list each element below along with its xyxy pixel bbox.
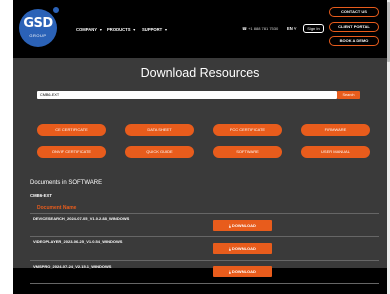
page: GSD GROUP COMPANY ▼ PRODUCTS ▼ SUPPORT ▼ ☎ … — [13, 0, 387, 294]
model-name: CMB6-EXT — [30, 193, 52, 198]
nav-label: SUPPORT — [142, 27, 163, 32]
download-button[interactable]: ⤓ DOWNLOAD — [213, 220, 272, 231]
nav-support[interactable]: SUPPORT ▼ — [142, 27, 168, 32]
download-button[interactable]: ⤓ DOWNLOAD — [213, 243, 272, 254]
document-name: DEVICESEARCH_2024-07-05_V1.0.2.88_WINDOW… — [33, 216, 130, 221]
book-a-demo-button[interactable]: BOOK A DEMO — [329, 36, 379, 46]
download-button[interactable]: ⤓ DOWNLOAD — [213, 266, 272, 277]
document-name: VMSPRO_2024-07-24_V2.15.1_WINDOWS — [33, 264, 112, 269]
documents-heading: Documents in SOFTWARE — [30, 180, 103, 186]
phone-number[interactable]: ☎ +1 888 781 7530 — [242, 26, 278, 31]
column-header-document-name: Document Name — [37, 205, 77, 211]
search-input[interactable]: CMB6-EXT — [37, 91, 337, 99]
category-firmware[interactable]: FIRMWARE — [301, 124, 370, 136]
nav-products[interactable]: PRODUCTS ▼ — [107, 27, 136, 32]
nav-label: COMPANY — [76, 27, 98, 32]
category-data-sheet[interactable]: DATA SHEET — [125, 124, 194, 136]
category-ce-certificate[interactable]: CE CERTIFICATE — [37, 124, 106, 136]
logo-subtext: GROUP — [29, 33, 47, 38]
category-software[interactable]: SOFTWARE — [213, 146, 282, 158]
language-selector[interactable]: EN ˅ — [287, 26, 296, 31]
table-divider — [30, 260, 379, 261]
category-user-manual[interactable]: USER MANUAL — [301, 146, 370, 158]
client-portal-button[interactable]: CLIENT PORTAL — [329, 22, 379, 32]
search-button[interactable]: Search — [337, 91, 360, 99]
logo-dot — [52, 6, 60, 14]
gsd-logo[interactable]: GSD GROUP — [19, 9, 57, 47]
category-onvif-certificate[interactable]: ONVIF CERTIFICATE — [37, 146, 106, 158]
nav-company[interactable]: COMPANY ▼ — [76, 27, 103, 32]
category-quick-guide[interactable]: QUICK GUIDE — [125, 146, 194, 158]
category-fcc-certificate[interactable]: FCC CERTIFICATE — [213, 124, 282, 136]
chevron-down-icon: ▼ — [99, 28, 103, 32]
contact-us-button[interactable]: CONTACT US — [329, 7, 379, 17]
sign-in-button[interactable]: Sign In — [303, 24, 324, 33]
nav-label: PRODUCTS — [107, 27, 131, 32]
chevron-down-icon: ▼ — [132, 28, 136, 32]
table-divider — [30, 213, 379, 214]
logo-text: GSD — [23, 16, 53, 31]
page-title: Download Resources — [140, 66, 260, 80]
table-divider — [30, 236, 379, 237]
document-name: VIDEOPLAYER_2023-06-25_V1.0.54_WINDOWS — [33, 239, 123, 244]
table-divider — [30, 283, 379, 284]
chevron-down-icon: ▼ — [164, 28, 168, 32]
